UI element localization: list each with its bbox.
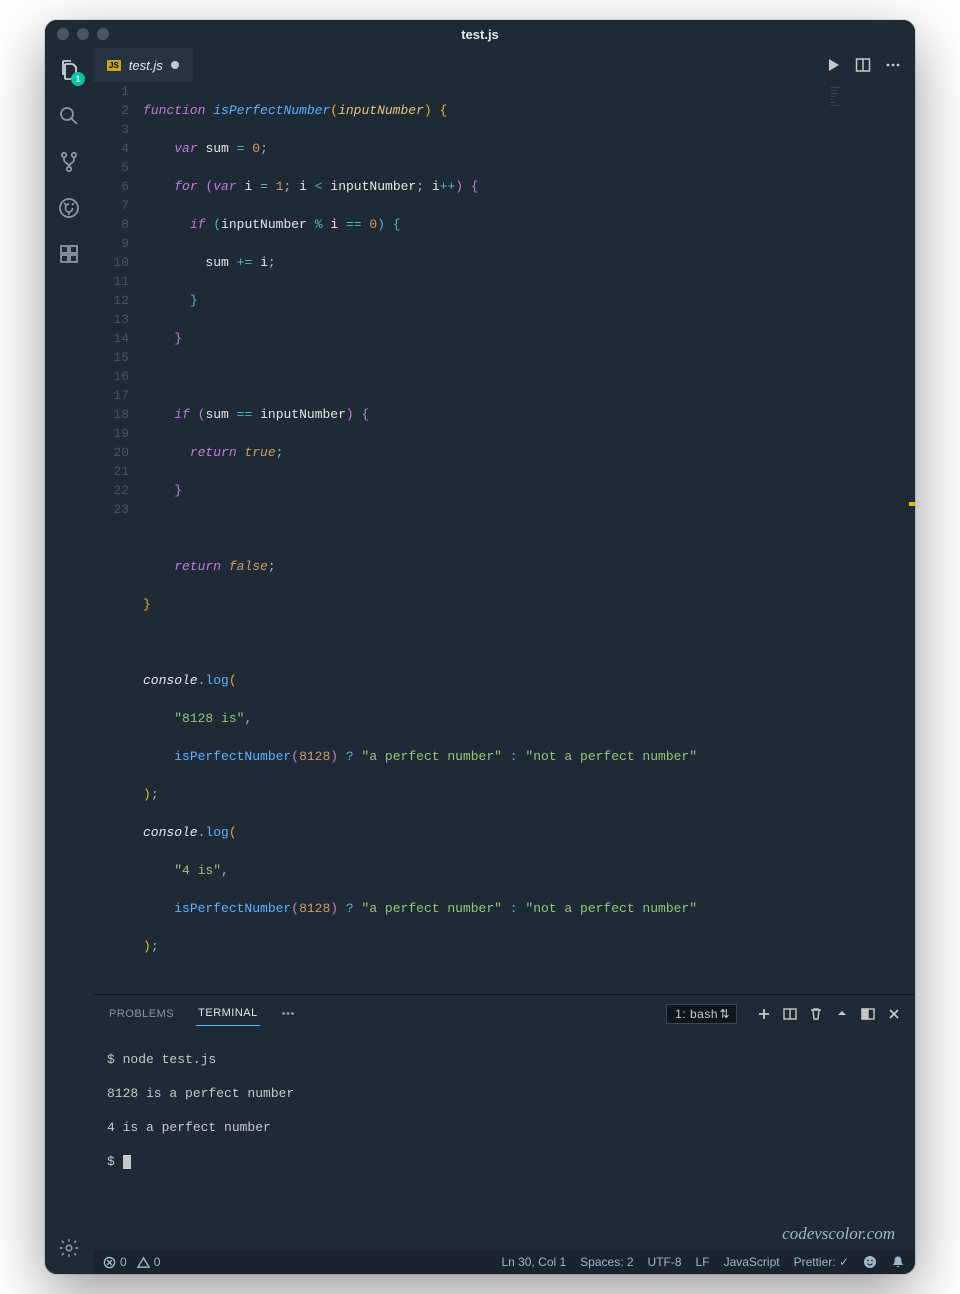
close-window-button[interactable] [57,28,69,40]
code-editor[interactable]: 1234567891011121314151617181920212223 fu… [93,82,915,994]
toggle-panel-icon[interactable] [861,1007,875,1021]
panel-tab-terminal[interactable]: TERMINAL [196,1001,260,1026]
explorer-badge: 1 [71,72,85,86]
tab-dirty-indicator [171,61,179,69]
traffic-lights [57,28,109,40]
split-terminal-icon[interactable] [783,1007,797,1021]
activity-bar: 1 [45,48,93,1274]
run-icon[interactable] [825,57,841,73]
terminal-cursor [123,1155,131,1169]
bottom-panel: PROBLEMS TERMINAL ••• 1: bash ⇅ [93,994,915,1250]
new-terminal-icon[interactable] [757,1007,771,1021]
status-prettier[interactable]: Prettier: ✓ [794,1255,849,1269]
search-icon[interactable] [55,102,83,130]
notifications-bell-icon[interactable] [891,1255,905,1269]
tab-test-js[interactable]: JS test.js [93,48,193,82]
status-spaces[interactable]: Spaces: 2 [580,1255,633,1269]
extensions-icon[interactable] [55,240,83,268]
source-control-icon[interactable] [55,148,83,176]
more-actions-icon[interactable] [885,57,901,73]
main-column: JS test.js [93,48,915,1274]
tab-filename: test.js [129,58,163,73]
terminal-actions [757,1007,901,1021]
status-errors[interactable]: 0 [103,1255,127,1269]
editor-window: test.js 1 [45,20,915,1274]
overview-ruler-marker [909,502,915,506]
gutter: 1234567891011121314151617181920212223 [93,82,143,994]
kill-terminal-icon[interactable] [809,1007,823,1021]
status-language[interactable]: JavaScript [724,1255,780,1269]
titlebar: test.js [45,20,915,48]
terminal-selector[interactable]: 1: bash ⇅ [666,1004,737,1024]
status-encoding[interactable]: UTF-8 [648,1255,682,1269]
code-content[interactable]: function isPerfectNumber(inputNumber) { … [143,82,915,994]
terminal[interactable]: $ node test.js 8128 is a perfect number … [93,1026,915,1220]
debug-icon[interactable] [55,194,83,222]
terminal-line: $ node test.js [107,1051,901,1068]
window-title: test.js [461,27,499,42]
panel-tab-more[interactable]: ••• [280,1002,297,1026]
close-panel-icon[interactable] [887,1007,901,1021]
feedback-smiley-icon[interactable] [863,1255,877,1269]
terminal-line: 4 is a perfect number [107,1119,901,1136]
minimize-window-button[interactable] [77,28,89,40]
panel-tabs: PROBLEMS TERMINAL ••• 1: bash ⇅ [93,995,915,1026]
minimap[interactable]: ▬▬▬▬▬▬▬▬▬▬▬▬▬▬▬▬▬▬▬▬▬▬▬▬▬▬▬▬▬▬▬▬▬▬ [831,86,911,146]
editor-actions [811,57,915,73]
maximize-window-button[interactable] [97,28,109,40]
terminal-selector-label: 1: bash [675,1007,718,1021]
panel-tab-problems[interactable]: PROBLEMS [107,1002,176,1026]
terminal-line: 8128 is a perfect number [107,1085,901,1102]
tabs-row: JS test.js [93,48,915,82]
status-warnings[interactable]: 0 [137,1255,161,1269]
settings-gear-icon[interactable] [55,1234,83,1262]
maximize-panel-icon[interactable] [835,1007,849,1021]
status-eol[interactable]: LF [696,1255,710,1269]
status-bar: 0 0 Ln 30, Col 1 Spaces: 2 UTF-8 LF Java… [93,1250,915,1274]
js-file-icon: JS [107,60,121,71]
status-lncol[interactable]: Ln 30, Col 1 [501,1255,566,1269]
terminal-prompt: $ [107,1154,123,1169]
split-editor-icon[interactable] [855,57,871,73]
watermark: codevscolor.com [93,1220,915,1250]
chevron-updown-icon: ⇅ [719,1007,730,1021]
explorer-icon[interactable]: 1 [55,56,83,84]
